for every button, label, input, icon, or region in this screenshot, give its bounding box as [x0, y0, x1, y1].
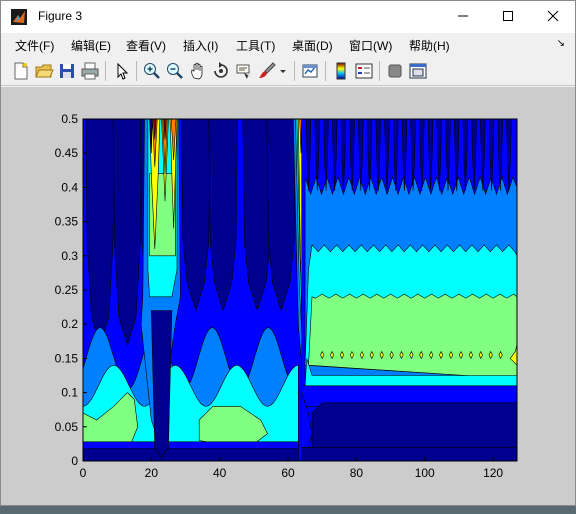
y-tick-label: 0.15 — [55, 351, 79, 365]
menu-insert[interactable]: 插入(I) — [183, 37, 218, 54]
y-tick-label: 0.5 — [61, 112, 78, 126]
data-cursor-icon[interactable] — [234, 61, 254, 81]
legend-icon[interactable] — [354, 61, 374, 81]
menu-tools[interactable]: 工具(T) — [236, 37, 275, 54]
close-button[interactable] — [530, 1, 575, 31]
y-tick-label: 0.2 — [61, 317, 78, 331]
menu-bar: 文件(F) 编辑(E) 查看(V) 插入(I) 工具(T) 桌面(D) 窗口(W… — [1, 33, 575, 55]
rotate-3d-icon[interactable] — [211, 61, 231, 81]
contour-level-lowest — [83, 448, 299, 461]
window-title: Figure 3 — [38, 9, 83, 23]
x-tick-label: 80 — [350, 466, 364, 480]
save-icon[interactable] — [57, 61, 77, 81]
x-tick-label: 0 — [80, 466, 87, 480]
contour-plot[interactable]: 0 20 40 60 80 100 120 0 0.05 0.1 0.15 0.2 0.25 0.3 0.… — [1, 87, 575, 505]
menu-view[interactable]: 查看(V) — [126, 37, 166, 54]
minimize-icon — [458, 15, 468, 17]
toolbar-separator — [136, 61, 137, 81]
figure-canvas: 0 20 40 60 80 100 120 0 0.05 0.1 0.15 0.2 0.25 0.3 0.… — [1, 87, 575, 505]
y-tick-label: 0.3 — [61, 249, 78, 263]
zoom-in-icon[interactable] — [142, 61, 162, 81]
pan-hand-icon[interactable] — [188, 61, 208, 81]
y-tick-label: 0.35 — [55, 215, 79, 229]
menu-edit[interactable]: 编辑(E) — [71, 37, 111, 54]
colorbar-icon[interactable] — [331, 61, 351, 81]
y-tick-label: 0.4 — [61, 180, 78, 194]
minimize-button[interactable] — [440, 1, 485, 31]
x-tick-label: 40 — [213, 466, 227, 480]
menu-file[interactable]: 文件(F) — [15, 37, 54, 54]
title-bar[interactable]: Figure 3 — [1, 1, 575, 33]
contour-level-lowest — [150, 310, 173, 459]
contour-level-lowest — [301, 447, 517, 461]
figure-toolbar — [1, 57, 575, 86]
x-tick-label: 60 — [281, 466, 295, 480]
select-arrow-icon[interactable] — [112, 61, 132, 81]
contour-level-low — [83, 441, 299, 449]
new-figure-icon[interactable] — [11, 61, 31, 81]
open-file-icon[interactable] — [34, 61, 54, 81]
contour-fill-area — [83, 119, 517, 461]
x-tick-label: 120 — [483, 466, 503, 480]
zoom-out-icon[interactable] — [165, 61, 185, 81]
y-axis: 0 0.05 0.1 0.15 0.2 0.25 0.3 0.35 0.4 0.45 0.5 — [55, 112, 87, 468]
figure-window: Figure 3 文件(F) 编辑(E) 查看(V) 插入(I) 工具(T) 桌… — [0, 0, 576, 506]
contour-level-lowest — [311, 402, 517, 448]
toolbar-separator — [379, 61, 380, 81]
toolbar-separator — [294, 61, 295, 81]
toolbar-separator — [325, 61, 326, 81]
toolbar-separator — [105, 61, 106, 81]
maximize-icon — [503, 11, 513, 21]
x-tick-label: 100 — [415, 466, 435, 480]
show-plot-tools-icon[interactable] — [408, 61, 428, 81]
matlab-logo-icon — [11, 9, 27, 25]
y-tick-label: 0.1 — [61, 386, 78, 400]
hide-plot-tools-icon[interactable] — [385, 61, 405, 81]
close-icon — [547, 10, 559, 22]
y-tick-label: 0.25 — [55, 283, 79, 297]
contour-level-mid-high — [308, 293, 517, 380]
x-tick-label: 20 — [145, 466, 159, 480]
brush-icon[interactable] — [257, 61, 277, 81]
link-plot-icon[interactable] — [300, 61, 320, 81]
y-tick-label: 0.45 — [55, 146, 79, 160]
menu-dock-arrow-icon[interactable]: ↘ — [557, 38, 565, 49]
menu-help[interactable]: 帮助(H) — [409, 37, 450, 54]
y-tick-label: 0.05 — [55, 420, 79, 434]
y-tick-label: 0 — [71, 454, 78, 468]
print-icon[interactable] — [80, 61, 100, 81]
menu-window[interactable]: 窗口(W) — [349, 37, 392, 54]
menu-desktop[interactable]: 桌面(D) — [292, 37, 333, 54]
maximize-button[interactable] — [485, 1, 530, 31]
brush-dropdown-icon[interactable] — [278, 61, 288, 81]
